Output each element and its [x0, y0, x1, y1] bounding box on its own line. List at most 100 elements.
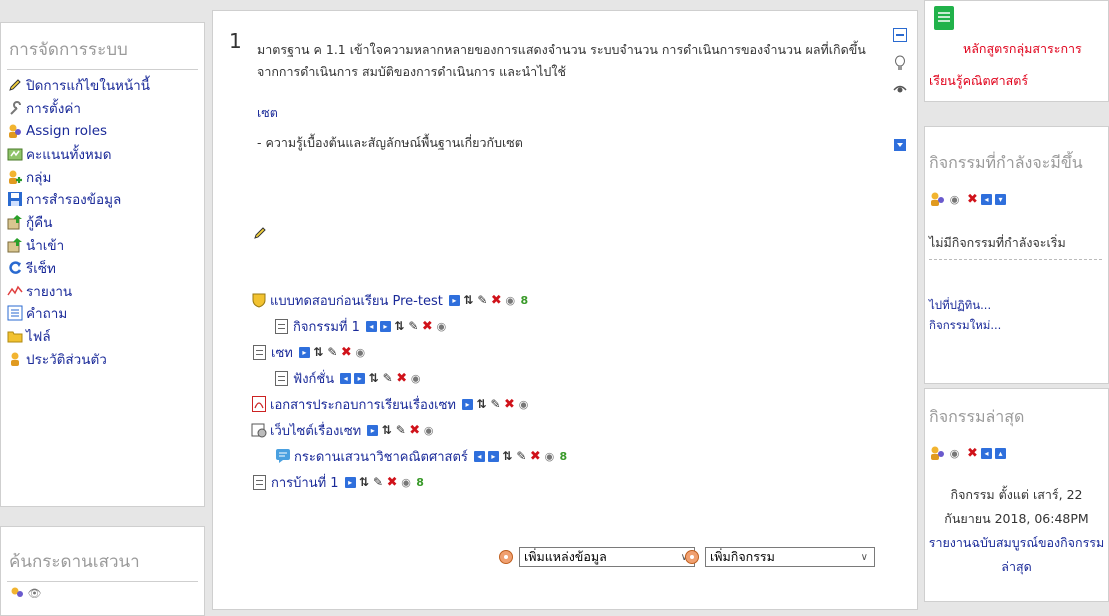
restore-link[interactable]: กู้คืน	[7, 211, 204, 234]
edit-icon[interactable]: ✎	[373, 476, 384, 488]
delete-icon[interactable]: ✖	[387, 476, 398, 489]
move-left-icon[interactable]: ◂	[981, 447, 992, 459]
reports-link[interactable]: รายงาน	[7, 279, 204, 302]
activity-link[interactable]: เอกสารประกอบการเรียนเรื่องเซท	[270, 394, 456, 415]
activity-link[interactable]: แบบทดสอบก่อนเรียน Pre-test	[270, 290, 443, 311]
activity-link[interactable]: เว็บไซต์เรื่องเซท	[270, 420, 361, 441]
questions-link[interactable]: คำถาม	[7, 302, 204, 325]
backup-link[interactable]: การสำรองข้อมูล	[7, 188, 204, 211]
hide-eye-icon[interactable]: ◉	[436, 321, 447, 332]
move-icon[interactable]: ⇅	[394, 320, 405, 332]
indent-left-icon[interactable]: ◂	[340, 372, 352, 384]
delete-icon[interactable]: ✖	[504, 398, 515, 411]
hide-eye-icon[interactable]: ◉	[423, 425, 434, 436]
profile-link[interactable]: ประวัติส่วนตัว	[7, 348, 204, 371]
edit-icon[interactable]: ✎	[395, 424, 406, 436]
edit-icon[interactable]: ✎	[516, 450, 527, 462]
eye-icon[interactable]	[892, 81, 908, 97]
eye-icon[interactable]: ◉	[949, 448, 960, 459]
activity-link[interactable]: กระดานเสวนาวิชาคณิตศาสตร์	[294, 446, 468, 467]
edit-icon[interactable]: ✎	[408, 320, 419, 332]
activity-link[interactable]: กิจกรรมที่ 1	[293, 316, 360, 337]
move-icon[interactable]: ⇅	[313, 346, 324, 358]
edit-summary-pencil-icon[interactable]	[253, 225, 267, 244]
move-icon[interactable]: ⇅	[463, 294, 474, 306]
activity-since-line1: กิจกรรม ตั้งแต่ เสาร์, 22	[950, 487, 1083, 502]
move-down-icon[interactable]: ▾	[995, 193, 1006, 205]
new-event-link[interactable]: กิจกรรมใหม่...	[929, 317, 1001, 335]
roles-icon[interactable]	[929, 191, 947, 207]
eye-icon[interactable]: ◉	[949, 194, 960, 205]
help-icon[interactable]	[685, 550, 699, 564]
help-icon[interactable]	[499, 550, 513, 564]
indent-right-icon[interactable]: ▸	[354, 372, 366, 384]
group-mode-icon[interactable]: 8	[415, 477, 426, 488]
edit-icon[interactable]: ✎	[477, 294, 488, 306]
settings-link[interactable]: การตั้งค่า	[7, 97, 204, 120]
move-down-icon[interactable]	[892, 137, 908, 153]
reset-link[interactable]: รีเซ็ท	[7, 256, 204, 279]
indent-right-icon[interactable]: ▸	[487, 450, 499, 462]
grades-link[interactable]: คะแนนทั้งหมด	[7, 142, 204, 165]
set-link[interactable]: เซต	[257, 103, 278, 123]
indent-right-icon[interactable]: ▸	[367, 424, 379, 436]
go-to-calendar-link[interactable]: ไปที่ปฏิทิน...	[929, 297, 991, 315]
delete-icon[interactable]: ✖	[967, 193, 978, 206]
move-icon[interactable]: ⇅	[381, 424, 392, 436]
indent-left-icon[interactable]: ◂	[365, 320, 377, 332]
activity-link[interactable]: การบ้านที่ 1	[271, 472, 339, 493]
move-icon[interactable]: ⇅	[359, 476, 370, 488]
activity-link[interactable]: เซท	[271, 342, 293, 363]
group-mode-icon[interactable]: 8	[519, 295, 530, 306]
delete-icon[interactable]: ✖	[341, 346, 352, 359]
indent-right-icon[interactable]: ▸	[462, 398, 473, 410]
activity-link[interactable]: ฟังก์ชั่น	[293, 368, 334, 389]
indent-right-icon[interactable]: ▸	[448, 294, 460, 306]
full-report-link-line2[interactable]: ล่าสุด	[925, 557, 1108, 577]
delete-icon[interactable]: ✖	[422, 320, 433, 333]
hide-eye-icon[interactable]: ◉	[355, 347, 366, 358]
edit-icon[interactable]: ✎	[327, 346, 338, 358]
move-left-icon[interactable]: ◂	[981, 193, 992, 205]
move-up-icon[interactable]: ▴	[995, 447, 1006, 459]
lightbulb-icon[interactable]	[892, 55, 908, 71]
full-report-link-line1[interactable]: รายงานฉบับสมบูรณ์ของกิจกรรม	[925, 533, 1108, 553]
delete-icon[interactable]: ✖	[530, 450, 541, 463]
profile-icon	[7, 351, 23, 367]
hide-eye-icon[interactable]: ◉	[410, 373, 421, 384]
hide-eye-icon[interactable]: ◉	[401, 477, 412, 488]
curriculum-link-line2[interactable]: เรียนรู้คณิตศาสตร์	[929, 71, 1028, 91]
assign-roles-link[interactable]: Assign roles	[7, 120, 204, 143]
delete-icon[interactable]: ✖	[409, 424, 420, 437]
indent-right-icon[interactable]: ▸	[379, 320, 391, 332]
book-icon	[933, 5, 955, 35]
add-resource-select[interactable]: เพิ่มแหล่งข้อมูล ∨	[519, 547, 695, 567]
menu-label: การตั้งค่า	[26, 101, 81, 118]
groups-link[interactable]: กลุ่ม	[7, 165, 204, 188]
indent-left-icon[interactable]: ◂	[473, 450, 485, 462]
group-mode-icon[interactable]: 8	[558, 451, 569, 462]
hide-eye-icon[interactable]: ◉	[518, 399, 529, 410]
move-icon[interactable]: ⇅	[502, 450, 513, 462]
indent-right-icon[interactable]: ▸	[298, 346, 310, 358]
files-link[interactable]: ไฟล์	[7, 325, 204, 348]
hide-eye-icon[interactable]: ◉	[505, 295, 516, 306]
delete-icon[interactable]: ✖	[967, 447, 978, 460]
activity-row: เซท ▸ ⇅ ✎ ✖ ◉	[253, 341, 369, 363]
edit-icon[interactable]: ✎	[490, 398, 501, 410]
hide-eye-icon[interactable]: ◉	[544, 451, 555, 462]
eye-icon[interactable]: 👁	[28, 588, 42, 599]
import-link[interactable]: นำเข้า	[7, 234, 204, 257]
roles-icon[interactable]	[9, 586, 25, 600]
delete-icon[interactable]: ✖	[491, 294, 502, 307]
collapse-section-icon[interactable]	[892, 27, 908, 43]
move-icon[interactable]: ⇅	[476, 398, 487, 410]
curriculum-link-line1[interactable]: หลักสูตรกลุ่มสาระการ	[963, 39, 1082, 59]
indent-right-icon[interactable]: ▸	[344, 476, 356, 488]
roles-icon[interactable]	[929, 445, 947, 461]
delete-icon[interactable]: ✖	[396, 372, 407, 385]
turn-editing-off-link[interactable]: ปิดการแก้ไขในหน้านี้	[7, 74, 204, 97]
move-icon[interactable]: ⇅	[368, 372, 379, 384]
edit-icon[interactable]: ✎	[382, 372, 393, 384]
add-activity-select[interactable]: เพิ่มกิจกรรม ∨	[705, 547, 875, 567]
